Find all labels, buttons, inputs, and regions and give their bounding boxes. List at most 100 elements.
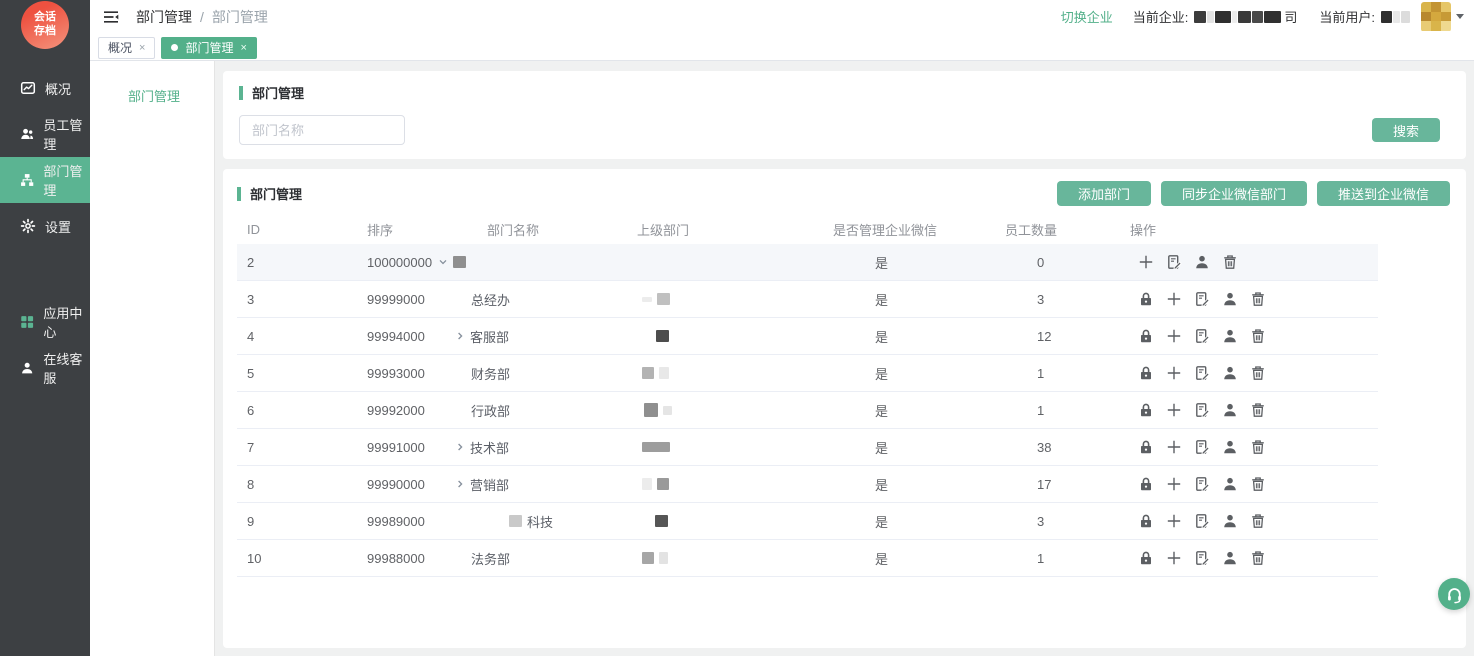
topbar: 部门管理 / 部门管理 切换企业 当前企业: 司 当前用户:	[90, 0, 1474, 33]
cell-sort: 100000000	[367, 255, 433, 270]
department-name-input[interactable]	[239, 115, 405, 145]
sidebar-item-department-management[interactable]: 部门管理	[0, 157, 90, 203]
expand-node-icon[interactable]	[455, 331, 465, 341]
tab-department-management[interactable]: 部门管理×	[161, 37, 256, 59]
delete-department-icon[interactable]	[1250, 439, 1266, 455]
row-action-icons	[1138, 291, 1378, 307]
edit-department-icon[interactable]	[1194, 439, 1210, 455]
add-department-button[interactable]: 添加部门	[1057, 181, 1151, 206]
lock-icon[interactable]	[1138, 513, 1154, 529]
page: 会话 存档 概况员工管理部门管理设置应用中心在线客服 部门管理 / 部门管理 切…	[0, 0, 1474, 656]
table-row: 399999000总经办是3	[237, 281, 1378, 318]
lock-icon[interactable]	[1138, 476, 1154, 492]
edit-department-icon[interactable]	[1194, 513, 1210, 529]
delete-department-icon[interactable]	[1250, 291, 1266, 307]
edit-department-icon[interactable]	[1194, 550, 1210, 566]
department-members-icon[interactable]	[1222, 402, 1238, 418]
switch-company-link[interactable]: 切换企业	[1061, 7, 1113, 26]
cell-manages-wechat: 是	[833, 327, 1005, 346]
sidebar-item-label: 在线客服	[43, 349, 90, 387]
sidebar-item-employee-management[interactable]: 员工管理	[0, 111, 90, 157]
add-subdepartment-icon[interactable]	[1166, 365, 1182, 381]
add-subdepartment-icon[interactable]	[1166, 402, 1182, 418]
department-members-icon[interactable]	[1222, 365, 1238, 381]
sidebar-item-app-center[interactable]: 应用中心	[0, 299, 90, 345]
subnav-item-department-management[interactable]: 部门管理	[90, 81, 214, 110]
department-members-icon[interactable]	[1222, 550, 1238, 566]
department-members-icon[interactable]	[1222, 513, 1238, 529]
delete-department-icon[interactable]	[1222, 254, 1238, 270]
cell-department-name: 科技	[433, 512, 637, 531]
sidebar-item-online-support[interactable]: 在线客服	[0, 345, 90, 391]
lock-icon[interactable]	[1138, 291, 1154, 307]
delete-department-icon[interactable]	[1250, 550, 1266, 566]
search-card-title-text: 部门管理	[252, 83, 304, 102]
tab-close-icon[interactable]: ×	[240, 42, 246, 54]
lock-icon[interactable]	[1138, 402, 1154, 418]
sidebar-item-settings[interactable]: 设置	[0, 203, 90, 249]
delete-department-icon[interactable]	[1250, 365, 1266, 381]
column-header-manages-wechat: 是否管理企业微信	[833, 220, 1005, 239]
collapse-sidebar-icon[interactable]	[102, 9, 120, 25]
sync-wechat-departments-button[interactable]: 同步企业微信部门	[1161, 181, 1307, 206]
user-avatar[interactable]	[1421, 2, 1451, 32]
delete-department-icon[interactable]	[1250, 476, 1266, 492]
department-members-icon[interactable]	[1222, 476, 1238, 492]
row-action-icons	[1138, 365, 1378, 381]
cell-sort: 99994000	[367, 329, 433, 344]
cell-sort: 99992000	[367, 403, 433, 418]
add-subdepartment-icon[interactable]	[1166, 513, 1182, 529]
lock-icon[interactable]	[1138, 365, 1154, 381]
department-members-icon[interactable]	[1222, 291, 1238, 307]
cell-department-name: 客服部	[433, 327, 637, 346]
lock-icon[interactable]	[1138, 328, 1154, 344]
table-row: 2100000000是0	[237, 244, 1378, 281]
edit-department-icon[interactable]	[1194, 365, 1210, 381]
add-subdepartment-icon[interactable]	[1166, 291, 1182, 307]
delete-department-icon[interactable]	[1250, 513, 1266, 529]
delete-department-icon[interactable]	[1250, 402, 1266, 418]
edit-department-icon[interactable]	[1194, 328, 1210, 344]
department-members-icon[interactable]	[1194, 254, 1210, 270]
department-name-text: 客服部	[470, 327, 509, 346]
edit-department-icon[interactable]	[1194, 402, 1210, 418]
edit-department-icon[interactable]	[1166, 254, 1182, 270]
add-subdepartment-icon[interactable]	[1138, 254, 1154, 270]
sidebar-item-overview[interactable]: 概况	[0, 65, 90, 111]
edit-department-icon[interactable]	[1194, 476, 1210, 492]
redacted-block	[1264, 11, 1281, 23]
search-button[interactable]: 搜索	[1372, 118, 1440, 142]
edit-department-icon[interactable]	[1194, 291, 1210, 307]
breadcrumb-root[interactable]: 部门管理	[136, 7, 192, 27]
department-members-icon[interactable]	[1222, 439, 1238, 455]
user-menu-caret-icon[interactable]	[1456, 14, 1464, 19]
cell-manages-wechat: 是	[833, 364, 1005, 383]
push-to-wechat-button[interactable]: 推送到企业微信	[1317, 181, 1450, 206]
table-row: 1099988000法务部是1	[237, 540, 1378, 577]
org-icon	[20, 172, 34, 188]
table-row: 999989000科技是3	[237, 503, 1378, 540]
tab-close-icon[interactable]: ×	[139, 42, 145, 54]
add-subdepartment-icon[interactable]	[1166, 476, 1182, 492]
tab-overview[interactable]: 概况×	[98, 37, 155, 59]
redacted-block	[1207, 11, 1214, 23]
sidebar-item-label: 设置	[45, 217, 71, 236]
row-action-icons	[1138, 476, 1378, 492]
add-subdepartment-icon[interactable]	[1166, 328, 1182, 344]
lock-icon[interactable]	[1138, 550, 1154, 566]
breadcrumb: 部门管理 / 部门管理	[136, 7, 268, 27]
delete-department-icon[interactable]	[1250, 328, 1266, 344]
add-subdepartment-icon[interactable]	[1166, 550, 1182, 566]
cell-sort: 99988000	[367, 551, 433, 566]
redacted-block	[1194, 11, 1206, 23]
expand-node-icon[interactable]	[455, 479, 465, 489]
expand-node-icon[interactable]	[455, 442, 465, 452]
department-members-icon[interactable]	[1222, 328, 1238, 344]
row-action-icons	[1138, 550, 1378, 566]
table-header-row: ID排序部门名称上级部门是否管理企业微信员工数量操作	[237, 214, 1378, 244]
add-subdepartment-icon[interactable]	[1166, 439, 1182, 455]
lock-icon[interactable]	[1138, 439, 1154, 455]
collapse-node-icon[interactable]	[438, 257, 448, 267]
support-button[interactable]	[1438, 578, 1470, 610]
row-action-icons	[1138, 439, 1378, 455]
